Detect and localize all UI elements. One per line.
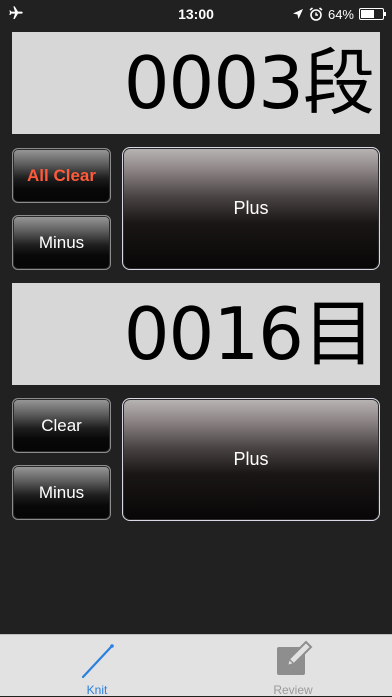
row-minus-label: Minus bbox=[39, 233, 84, 253]
clear-label: Clear bbox=[41, 416, 82, 436]
row-minus-button[interactable]: Minus bbox=[12, 215, 111, 270]
stitch-count-display: 0016目 bbox=[12, 283, 380, 385]
tab-knit[interactable]: Knit bbox=[37, 635, 157, 697]
battery-icon bbox=[359, 8, 384, 20]
tab-knit-label: Knit bbox=[87, 683, 108, 697]
status-bar: 13:00 64% bbox=[0, 0, 392, 28]
tab-review-label: Review bbox=[273, 683, 312, 697]
stitch-plus-button[interactable]: Plus bbox=[122, 398, 380, 521]
stitch-plus-label: Plus bbox=[233, 449, 268, 470]
stitch-minus-label: Minus bbox=[39, 483, 84, 503]
row-plus-label: Plus bbox=[233, 198, 268, 219]
location-arrow-icon bbox=[292, 8, 304, 20]
stitch-count-value: 0016目 bbox=[124, 298, 374, 370]
alarm-clock-icon bbox=[309, 7, 323, 21]
tab-bar: Knit Review bbox=[0, 634, 392, 696]
row-plus-button[interactable]: Plus bbox=[122, 147, 380, 270]
row-count-display: 0003段 bbox=[12, 32, 380, 134]
tab-review[interactable]: Review bbox=[233, 635, 353, 697]
battery-percent: 64% bbox=[328, 7, 354, 22]
stitch-minus-button[interactable]: Minus bbox=[12, 465, 111, 520]
row-count-value: 0003段 bbox=[124, 47, 374, 119]
all-clear-button[interactable]: All Clear bbox=[12, 148, 111, 203]
all-clear-label: All Clear bbox=[27, 166, 96, 186]
knitting-needle-icon bbox=[77, 639, 117, 679]
clear-button[interactable]: Clear bbox=[12, 398, 111, 453]
edit-note-icon bbox=[273, 639, 313, 679]
battery-fill bbox=[361, 10, 374, 18]
status-right: 64% bbox=[292, 5, 384, 23]
